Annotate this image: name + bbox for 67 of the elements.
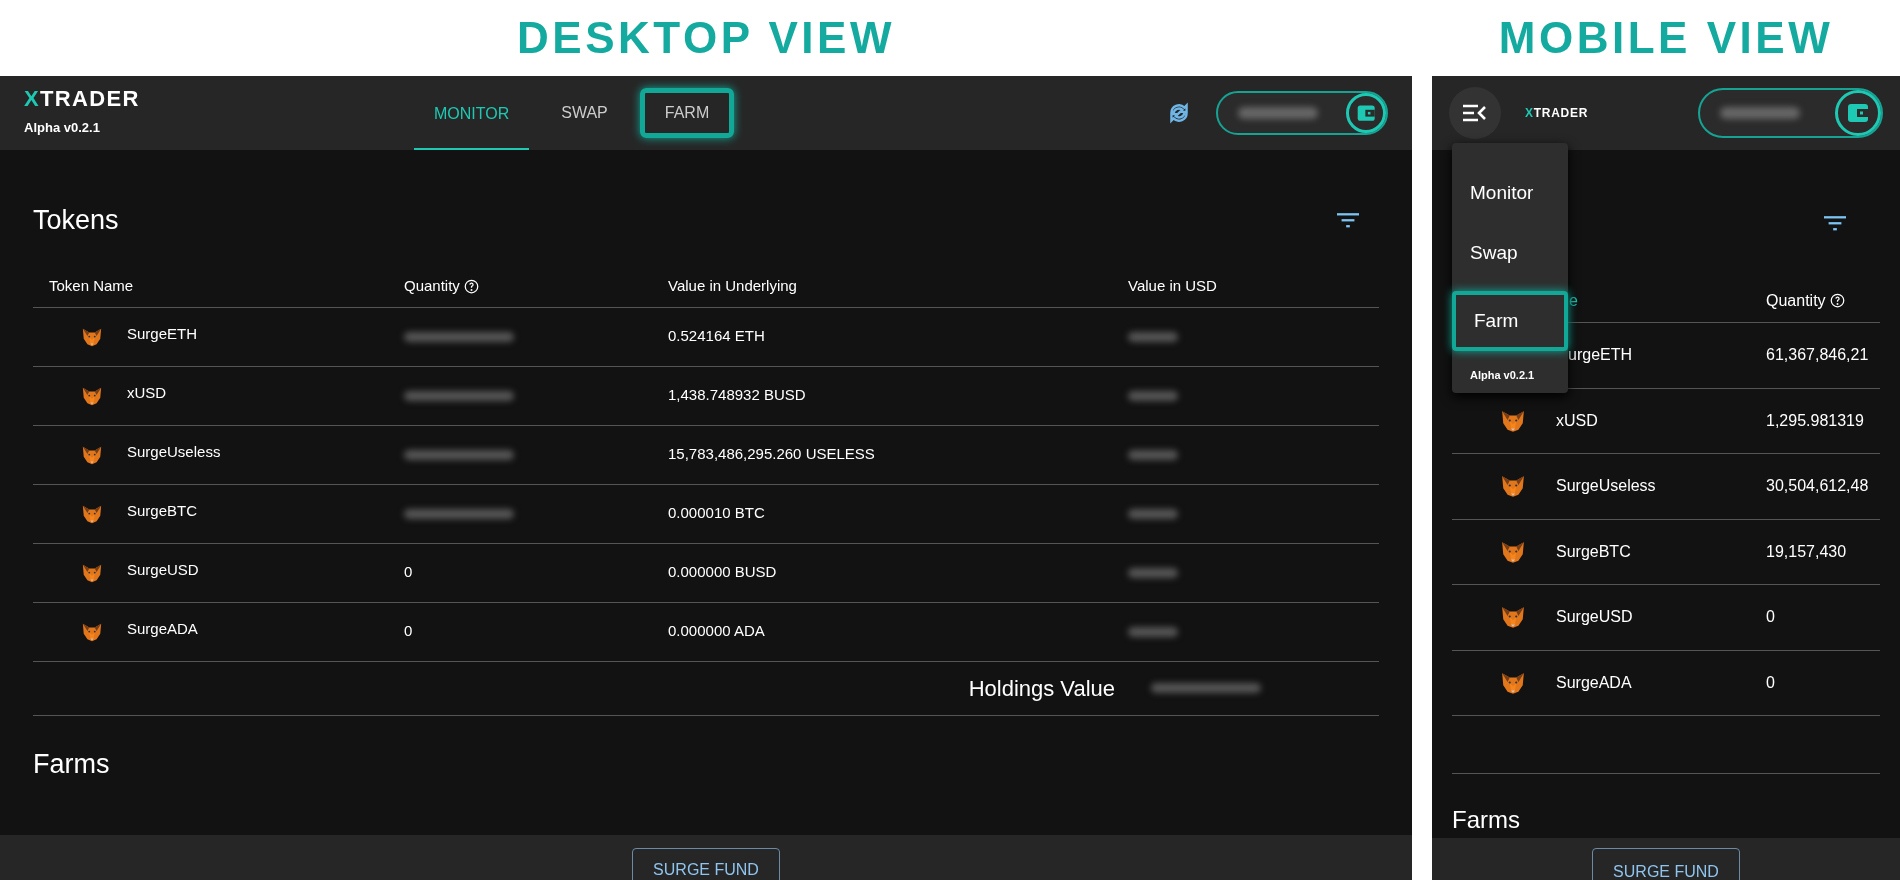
version-label: Alpha v0.2.1 [1469,368,1536,383]
quantity-value: 0 [1766,607,1775,628]
menu-item[interactable]: Farm [1452,291,1568,351]
filter-icon[interactable] [1337,212,1359,228]
nav-tab[interactable]: MONITOR [414,76,530,150]
quantity-value: 1,295.981319 [1766,410,1864,431]
blurred-value [1128,626,1178,637]
section-title: Tokens [33,204,119,237]
token-name: SurgeETH [127,324,198,345]
token-name: SurgeADA [1556,672,1632,693]
help-icon[interactable] [1829,293,1845,308]
quantity-value: 0 [404,622,413,640]
token-name: xUSD [1556,410,1598,431]
quantity-value: 61,367,846,21 [1766,345,1869,366]
blurred-value [1128,508,1178,519]
token-name: SurgeUseless [1556,476,1656,497]
underlying-value: 15,783,486,295.260 USELESS [668,445,875,463]
menu-button[interactable] [1449,87,1501,139]
quantity-value: 0 [404,563,413,581]
help-icon[interactable] [463,278,479,294]
column-header: e [1569,290,1578,311]
wallet-button[interactable] [1698,88,1883,138]
nav-tab[interactable]: SWAP [541,89,628,137]
token-name: SurgeUseless [127,442,221,463]
view-title: MOBILE VIEW [1498,12,1834,64]
underlying-value: 0.000010 BTC [668,504,765,522]
logo: XTRADER [1525,107,1589,119]
menu-icon [1462,104,1488,122]
quantity-value: 30,504,612,48 [1766,476,1869,497]
underlying-value: 0.524164 ETH [668,327,765,345]
quantity-value: 19,157,430 [1766,541,1847,562]
holdings-label: Holdings Value [968,675,1115,701]
view-title: DESKTOP VIEW [517,12,895,64]
column-header: Quantity [1766,290,1826,311]
column-header: Token Name [49,275,134,296]
wallet-icon [1846,101,1870,125]
wallet-button[interactable] [1216,91,1388,135]
blurred-value [1128,390,1178,401]
token-name: xUSD [127,383,167,404]
filter-icon[interactable] [1824,216,1846,231]
token-name: SurgeUSD [1556,607,1633,628]
underlying-value: 0.000000 BUSD [668,563,777,581]
menu-item[interactable]: Monitor [1452,163,1568,223]
version-label: Alpha v0.2.1 [24,119,101,138]
blurred-value [1128,449,1178,460]
logo: XTRADER [24,88,141,111]
underlying-value: 1,438.748932 BUSD [668,386,806,404]
token-name: urgeETH [1568,345,1633,366]
blurred-value [1128,567,1178,578]
blurred-value [1128,331,1178,342]
column-header: Value in Underlying [668,275,797,296]
surge-fund-button[interactable]: SURGE FUND [1592,848,1740,880]
section-title: Farms [33,748,110,779]
menu-item[interactable]: Swap [1452,223,1568,283]
token-name: SurgeBTC [1556,541,1631,562]
surge-fund-button[interactable]: SURGE FUND [632,848,780,880]
column-header: Quantity [404,275,460,296]
fox-icon [1500,604,1526,631]
token-name: SurgeUSD [127,560,199,581]
quantity-value: 0 [1766,672,1775,693]
column-header: Value in USD [1128,275,1217,296]
token-name: SurgeBTC [127,501,198,522]
underlying-value: 0.000000 ADA [668,622,765,640]
token-name: SurgeADA [127,619,198,640]
fox-icon [1500,473,1526,500]
section-title: Farms [1452,806,1520,833]
nav-tab[interactable]: FARM [639,88,735,138]
